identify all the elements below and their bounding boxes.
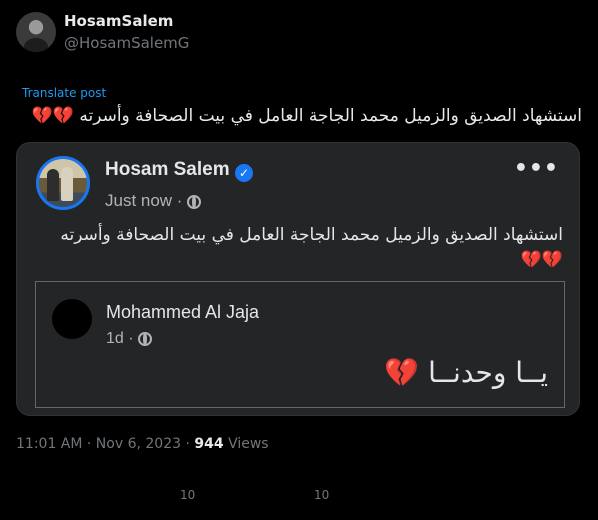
fb-post-time: Just now · [105, 191, 202, 211]
quoted-post-text: يــا وحدنــا 💔 [384, 356, 548, 389]
quoted-post-text-body: يــا وحدنــا [428, 356, 548, 389]
facebook-post-screenshot[interactable]: Hosam Salem ✓ Just now · ••• استشهاد الص… [16, 142, 580, 416]
action-count-2[interactable]: 10 [314, 488, 329, 502]
tweet-text-body: استشهاد الصديق والزميل محمد الجاجة العام… [79, 106, 582, 126]
quoted-post-time: 1d · [106, 330, 153, 348]
tweet-text: استشهاد الصديق والزميل محمد الجاجة العام… [32, 106, 582, 126]
quoted-globe-icon [138, 331, 153, 346]
quoted-author-avatar [52, 299, 92, 339]
broken-heart-emoji: 💔💔 [31, 106, 74, 126]
quoted-author-name: Mohammed Al Jaja [106, 302, 260, 322]
more-options-icon: ••• [513, 156, 559, 181]
post-timestamp[interactable]: 11:01 AM · Nov 6, 2023 · [16, 436, 190, 452]
fb-author-name: Hosam Salem [105, 159, 230, 180]
quoted-post-time-text: 1d · [106, 330, 134, 347]
fb-author-avatar [36, 156, 90, 210]
fb-broken-heart-emoji: 💔💔 [520, 250, 563, 270]
action-count-1[interactable]: 10 [180, 488, 195, 502]
fb-post-text: استشهاد الصديق والزميل محمد الجاجة العام… [33, 223, 563, 273]
globe-icon [187, 194, 202, 209]
views-label: Views [228, 436, 269, 452]
translate-post-link[interactable]: Translate post [22, 86, 106, 100]
quoted-post: Mohammed Al Jaja 1d · يــا وحدنــا 💔 [35, 281, 565, 408]
author-avatar[interactable] [16, 12, 56, 52]
views-count: 944 [194, 436, 224, 452]
post-meta: 11:01 AM · Nov 6, 2023 · 944 Views [16, 436, 269, 452]
fb-post-time-text: Just now · [105, 191, 183, 210]
quoted-broken-heart-emoji: 💔 [384, 356, 420, 389]
verified-badge-icon: ✓ [235, 164, 253, 182]
author-handle[interactable]: @HosamSalemG [64, 34, 189, 52]
fb-post-text-body: استشهاد الصديق والزميل محمد الجاجة العام… [60, 225, 563, 245]
author-display-name[interactable]: HosamSalem [64, 12, 173, 30]
